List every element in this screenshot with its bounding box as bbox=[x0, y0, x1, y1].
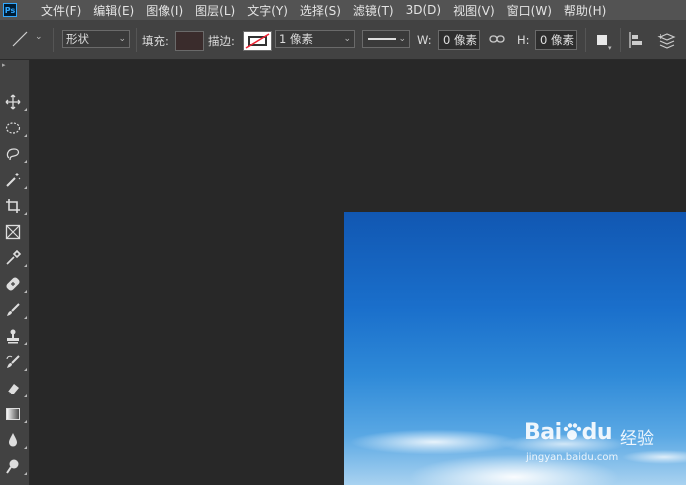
healing-brush-icon[interactable] bbox=[2, 273, 27, 295]
menu-view[interactable]: 视图(V) bbox=[447, 2, 501, 19]
menu-layer[interactable]: 图层(L) bbox=[189, 2, 241, 19]
options-bar: ⌄ 形状 ⌄ 填充: 描边: 1 像素 ⌄ ⌄ W: 0 像素 H: 0 像素 … bbox=[0, 20, 686, 60]
path-arrangement-icon[interactable]: + bbox=[657, 31, 677, 52]
stroke-swatch[interactable] bbox=[243, 31, 272, 51]
menu-window[interactable]: 窗口(W) bbox=[501, 2, 558, 19]
menu-select[interactable]: 选择(S) bbox=[294, 2, 347, 19]
lasso-icon[interactable] bbox=[2, 143, 27, 165]
stroke-width-value: 1 像素 bbox=[279, 32, 313, 46]
brush-icon[interactable] bbox=[2, 299, 27, 321]
menu-image[interactable]: 图像(I) bbox=[140, 2, 189, 19]
divider bbox=[585, 28, 586, 52]
eraser-icon[interactable] bbox=[2, 377, 27, 399]
mode-dropdown[interactable]: 形状 ⌄ bbox=[62, 30, 130, 48]
photoshop-logo: Ps bbox=[3, 3, 17, 17]
watermark-url: jingyan.baidu.com bbox=[526, 452, 619, 463]
menu-type[interactable]: 文字(Y) bbox=[241, 2, 294, 19]
stroke-type-dropdown[interactable]: ⌄ bbox=[362, 30, 410, 48]
menu-help[interactable]: 帮助(H) bbox=[558, 2, 612, 19]
tool-preset-chevron-icon[interactable]: ⌄ bbox=[35, 32, 43, 42]
gradient-icon[interactable] bbox=[2, 403, 27, 425]
menu-filter[interactable]: 滤镜(T) bbox=[347, 2, 400, 19]
menu-file[interactable]: 文件(F) bbox=[35, 2, 87, 19]
collapse-panel-icon[interactable]: ▸ bbox=[2, 61, 6, 69]
history-brush-icon[interactable] bbox=[2, 351, 27, 373]
chevron-down-icon: ⌄ bbox=[343, 34, 351, 44]
fill-label: 填充: bbox=[142, 34, 169, 48]
menu-edit[interactable]: 编辑(E) bbox=[87, 2, 140, 19]
link-icon[interactable] bbox=[489, 33, 505, 48]
stroke-label: 描边: bbox=[208, 34, 235, 48]
divider bbox=[136, 28, 137, 52]
path-alignment-icon[interactable] bbox=[629, 31, 643, 52]
height-input[interactable]: 0 像素 bbox=[535, 30, 577, 50]
stroke-width-dropdown[interactable]: 1 像素 ⌄ bbox=[275, 30, 355, 48]
clone-stamp-icon[interactable] bbox=[2, 325, 27, 347]
magic-wand-icon[interactable] bbox=[2, 169, 27, 191]
menu-bar: Ps 文件(F) 编辑(E) 图像(I) 图层(L) 文字(Y) 选择(S) 滤… bbox=[0, 0, 686, 20]
elliptical-marquee-icon[interactable] bbox=[2, 117, 27, 139]
paw-icon bbox=[563, 423, 581, 440]
chevron-down-icon: ⌄ bbox=[398, 34, 406, 44]
small-chevron-icon: ▾ bbox=[608, 44, 612, 52]
tools-panel bbox=[0, 60, 30, 485]
eyedropper-icon[interactable] bbox=[2, 247, 27, 269]
divider bbox=[620, 28, 621, 52]
watermark-cn: 经验 bbox=[620, 429, 654, 449]
path-operations-icon[interactable] bbox=[597, 35, 607, 45]
frame-icon[interactable] bbox=[2, 221, 24, 243]
line-tool-icon[interactable] bbox=[10, 29, 30, 52]
watermark-brand: Bai du bbox=[524, 420, 613, 445]
blur-icon[interactable] bbox=[2, 429, 27, 451]
fill-swatch[interactable] bbox=[175, 31, 204, 51]
crop-icon[interactable] bbox=[2, 195, 27, 217]
menu-3d[interactable]: 3D(D) bbox=[400, 3, 447, 17]
mode-value: 形状 bbox=[66, 32, 89, 46]
dodge-icon[interactable] bbox=[2, 455, 27, 477]
chevron-down-icon: ⌄ bbox=[118, 34, 126, 44]
height-label: H: bbox=[517, 33, 530, 47]
width-input[interactable]: 0 像素 bbox=[438, 30, 480, 50]
width-label: W: bbox=[417, 33, 432, 47]
move-tool-icon[interactable] bbox=[2, 91, 27, 113]
svg-text:+: + bbox=[657, 32, 664, 41]
baidu-jingyan-watermark: Bai du 经验 jingyan.baidu.com bbox=[524, 420, 684, 470]
divider bbox=[53, 28, 54, 52]
solid-line-icon bbox=[368, 38, 396, 40]
